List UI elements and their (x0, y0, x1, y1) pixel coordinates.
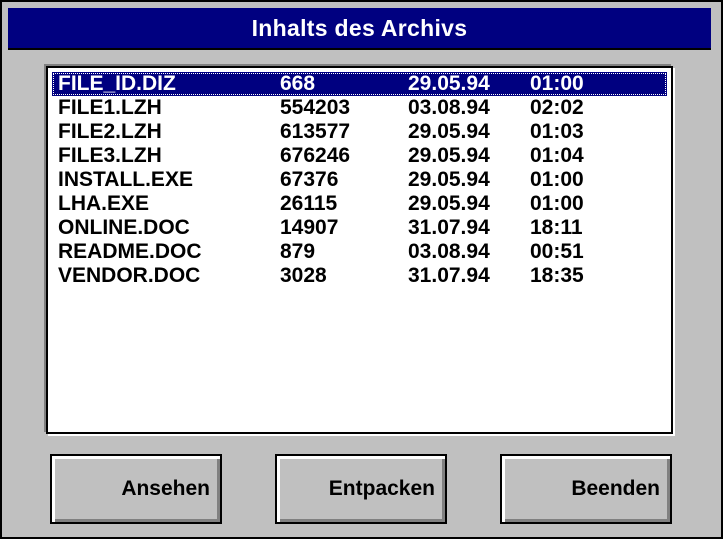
window-title-bar[interactable]: Inhalts des Archivs (8, 8, 711, 50)
file-date: 03.08.94 (408, 96, 490, 119)
file-size: 613577 (280, 120, 351, 143)
exit-button-label: Beenden (571, 477, 660, 500)
file-time: 02:02 (530, 96, 584, 119)
file-date: 29.05.94 (408, 192, 490, 215)
file-time: 01:00 (530, 192, 584, 215)
file-date: 29.05.94 (408, 72, 490, 95)
file-name: FILE3.LZH (58, 144, 162, 167)
list-item[interactable]: LHA.EXE 26115 29.05.94 01:00 (52, 192, 667, 216)
file-size: 14907 (280, 216, 339, 239)
view-button[interactable]: Ansehen (50, 454, 222, 524)
extract-button-label: Entpacken (328, 477, 435, 500)
file-date: 29.05.94 (408, 144, 490, 167)
archive-dialog-window: Inhalts des Archivs FILE_ID.DIZ 668 29.0… (0, 0, 723, 539)
file-time: 18:11 (530, 216, 583, 239)
extract-button[interactable]: Entpacken (275, 454, 447, 524)
file-time: 01:00 (530, 168, 584, 191)
file-size: 554203 (280, 96, 351, 119)
file-size: 3028 (280, 264, 327, 287)
file-name: LHA.EXE (58, 192, 150, 215)
file-date: 03.08.94 (408, 240, 490, 263)
list-item[interactable]: FILE3.LZH 676246 29.05.94 01:04 (52, 144, 667, 168)
file-time: 01:03 (530, 120, 584, 143)
list-item[interactable]: FILE2.LZH 613577 29.05.94 01:03 (52, 120, 667, 144)
file-size: 879 (280, 240, 316, 263)
file-time: 01:00 (530, 72, 584, 95)
file-name: VENDOR.DOC (58, 264, 201, 287)
list-item[interactable]: README.DOC 879 03.08.94 00:51 (52, 240, 667, 264)
file-name: README.DOC (58, 240, 202, 263)
file-time: 01:04 (530, 144, 584, 167)
list-item[interactable]: VENDOR.DOC 3028 31.07.94 18:35 (52, 264, 667, 288)
file-date: 31.07.94 (408, 216, 490, 239)
file-date: 31.07.94 (408, 264, 490, 287)
file-name: FILE2.LZH (58, 120, 162, 143)
file-size: 67376 (280, 168, 339, 191)
file-name: INSTALL.EXE (58, 168, 193, 191)
file-time: 00:51 (530, 240, 584, 263)
file-size: 676246 (280, 144, 351, 167)
window-title: Inhalts des Archivs (251, 14, 468, 41)
file-date: 29.05.94 (408, 168, 490, 191)
file-size: 668 (280, 72, 316, 95)
view-button-label: Ansehen (121, 477, 210, 500)
file-name: FILE_ID.DIZ (58, 72, 176, 95)
archive-file-list[interactable]: FILE_ID.DIZ 668 29.05.94 01:00 FILE1.LZH… (46, 66, 673, 434)
file-name: ONLINE.DOC (58, 216, 190, 239)
list-item[interactable]: INSTALL.EXE 67376 29.05.94 01:00 (52, 168, 667, 192)
list-item[interactable]: ONLINE.DOC 14907 31.07.94 18:11 (52, 216, 667, 240)
file-time: 18:35 (530, 264, 584, 287)
file-size: 26115 (280, 192, 338, 215)
list-item[interactable]: FILE_ID.DIZ 668 29.05.94 01:00 (52, 72, 667, 96)
file-date: 29.05.94 (408, 120, 490, 143)
list-item[interactable]: FILE1.LZH 554203 03.08.94 02:02 (52, 96, 667, 120)
file-name: FILE1.LZH (58, 96, 162, 119)
exit-button[interactable]: Beenden (500, 454, 672, 524)
